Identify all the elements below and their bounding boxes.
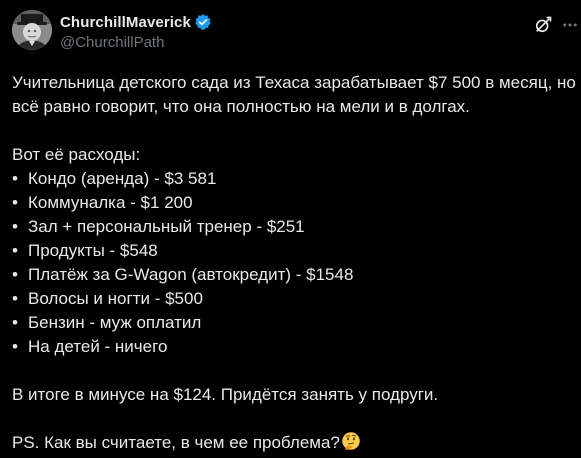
bullet: •	[12, 313, 18, 332]
expense-text: Зал + персональный тренер - $251	[28, 217, 305, 236]
expenses-heading: Вот её расходы:	[12, 145, 141, 164]
bullet: •	[12, 265, 18, 284]
bullet: •	[12, 241, 18, 260]
expense-text: Бензин - муж оплатил	[28, 313, 202, 332]
tweet-intro-line-2: всё равно говорит, что она полностью на …	[12, 97, 470, 116]
expense-item: • Кондо (аренда) - $3 581	[12, 167, 572, 191]
expense-text: Кондо (аренда) - $3 581	[28, 169, 217, 188]
expense-text: На детей - ничего	[28, 337, 168, 356]
bullet: •	[12, 289, 18, 308]
more-icon	[563, 23, 577, 27]
expense-item: • Волосы и ногти - $500	[12, 287, 572, 311]
avatar-portrait-image	[12, 10, 52, 50]
ps-text: PS. Как вы считаете, в чем ее проблема?	[12, 433, 340, 452]
expense-item: • Зал + персональный тренер - $251	[12, 215, 572, 239]
expense-text: Коммуналка - $1 200	[28, 193, 193, 212]
author-info: ChurchillMaverick @ChurchillPath	[60, 12, 212, 53]
avatar[interactable]	[12, 10, 52, 50]
more-button[interactable]	[560, 10, 580, 40]
expense-item: • Коммуналка - $1 200	[12, 191, 572, 215]
bullet: •	[12, 193, 18, 212]
expense-item: • Платёж за G-Wagon (автокредит) - $1548	[12, 263, 572, 287]
bullet: •	[12, 217, 18, 236]
expense-item: • На детей - ничего	[12, 335, 572, 359]
bullet: •	[12, 337, 18, 356]
grok-icon	[535, 16, 552, 33]
expense-item: • Бензин - муж оплатил	[12, 311, 572, 335]
grok-button[interactable]	[526, 10, 560, 40]
display-name[interactable]: ChurchillMaverick	[60, 14, 191, 31]
tweet-text: Учительница детского сада из Техаса зара…	[12, 71, 576, 455]
tweet: ChurchillMaverick @ChurchillPath Учитель…	[0, 0, 581, 452]
thinking-face-emoji-icon	[341, 431, 361, 451]
ps-line: PS. Как вы считаете, в чем ее проблема?	[12, 431, 572, 455]
tweet-intro-line-1: Учительница детского сада из Техаса зара…	[12, 73, 576, 92]
expense-text: Волосы и ногти - $500	[28, 289, 203, 308]
expense-text: Платёж за G-Wagon (автокредит) - $1548	[28, 265, 354, 284]
verified-badge-icon	[194, 13, 212, 31]
expense-text: Продукты - $548	[28, 241, 158, 260]
bullet: •	[12, 169, 18, 188]
handle[interactable]: @ChurchillPath	[60, 33, 212, 53]
summary-line: В итоге в минусе на $124. Придётся занят…	[12, 385, 439, 404]
expense-item: • Продукты - $548	[12, 239, 572, 263]
